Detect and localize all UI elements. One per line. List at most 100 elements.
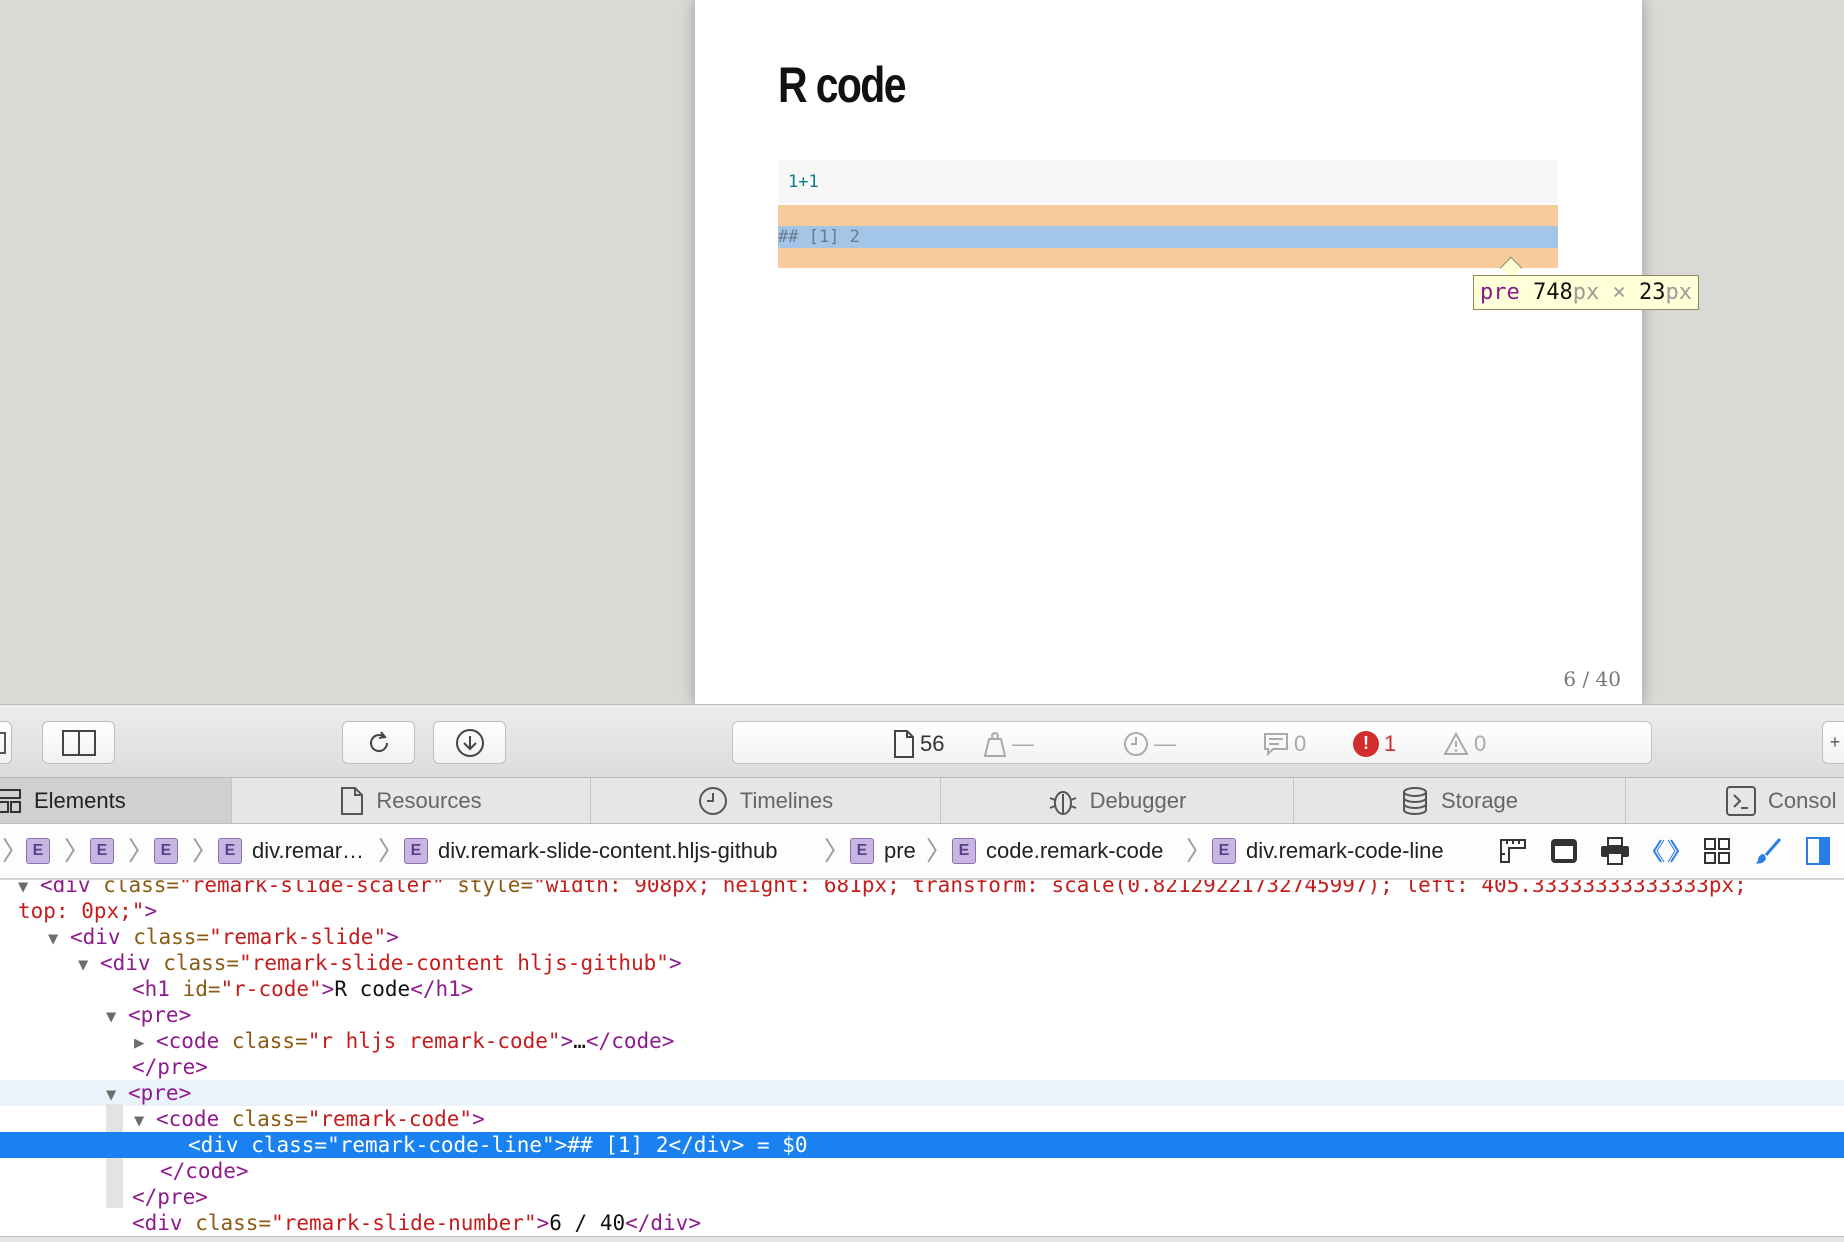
dom-token-attr: style= [457, 880, 534, 897]
disclosure-triangle-icon[interactable]: ▼ [18, 880, 40, 900]
disclosure-triangle-icon[interactable]: ▼ [48, 926, 70, 952]
dom-token-attr: class= [231, 1107, 308, 1131]
dom-tree-row-selected[interactable]: <div class="remark-code-line">## [1] 2</… [0, 1132, 1844, 1158]
inspector-tools [1487, 824, 1844, 878]
add-tab-button[interactable]: + [1822, 721, 1844, 764]
tab-console-label: Consol [1768, 787, 1837, 813]
slide-number: 6 / 40 [1563, 667, 1621, 691]
print-styles-button[interactable] [1589, 824, 1640, 878]
dom-tree-row[interactable]: </pre> [0, 1184, 1844, 1210]
dom-tree[interactable]: ▼ <div class="remark-slide-scaler" style=… [0, 880, 1844, 1236]
error-icon: ! [1353, 730, 1379, 757]
dom-tree-row[interactable]: ▼ <pre> [0, 1002, 1844, 1028]
tab-timelines[interactable]: Timelines [591, 778, 941, 823]
disclosure-triangle-icon[interactable]: ▼ [78, 952, 100, 978]
resources-count[interactable]: 56 [893, 722, 944, 765]
disclosure-triangle-icon[interactable]: ▼ [134, 1108, 156, 1134]
message-icon [1264, 732, 1288, 756]
tab-console[interactable]: Consol [1626, 778, 1844, 823]
breadcrumb-item-1[interactable]: E [26, 824, 50, 878]
tab-storage[interactable]: Storage [1294, 778, 1626, 823]
breadcrumb-separator: 〉 [926, 836, 953, 866]
tab-debugger[interactable]: Debugger [941, 778, 1294, 823]
sidebar-icon [1805, 837, 1830, 865]
element-badge-icon: E [850, 838, 874, 864]
dom-tree-row[interactable]: ▼ <div class="remark-slide-content hljs-g… [0, 950, 1844, 976]
error-count[interactable]: ! 1 [1353, 722, 1396, 765]
dom-tree-row[interactable]: top: 0px;"> [0, 898, 1844, 924]
tab-resources[interactable]: Resources [232, 778, 591, 823]
ruler-button[interactable] [1487, 824, 1538, 878]
close-inspector-button[interactable] [0, 721, 12, 764]
dom-token-val: "r-code" [220, 977, 322, 1001]
log-count[interactable]: 0 [1263, 722, 1306, 765]
activity-status-bar[interactable]: 56 — — 0 ! 1 0 [732, 721, 1652, 764]
breadcrumb-item-slide-content[interactable]: Ediv.remark-slide-content.hljs-github [404, 824, 778, 878]
element-badge-icon: E [26, 838, 50, 864]
layout-button[interactable] [1538, 824, 1589, 878]
dom-tree-row[interactable]: ▼ <div class="remark-slide"> [0, 924, 1844, 950]
grid-icon [1703, 838, 1730, 864]
database-icon [1402, 786, 1427, 815]
tooltip-times: × [1612, 280, 1626, 305]
document-icon [894, 729, 914, 758]
breadcrumb-item-div-remark[interactable]: Ediv.remar… [218, 824, 364, 878]
dom-token-tag: </code> [585, 1029, 675, 1053]
dock-icon [61, 729, 96, 756]
breadcrumb-item-code[interactable]: Ecode.remark-code [952, 824, 1163, 878]
tooltip-tag: pre [1480, 280, 1520, 305]
breadcrumb-label: pre [884, 838, 916, 863]
disclosure-triangle-icon[interactable]: ▶ [134, 1030, 156, 1056]
dom-token-attr: class= [251, 1133, 328, 1157]
dom-tree-row[interactable]: ▼ <div class="remark-slide-scaler" style=… [0, 880, 1844, 898]
dom-token-val: top: 0px;" [18, 899, 145, 923]
breadcrumb-item-3[interactable]: E [154, 824, 178, 878]
dom-token-val: "remark-code" [307, 1107, 473, 1131]
tab-storage-label: Storage [1440, 787, 1519, 813]
dom-token-val: "r hljs remark-code" [307, 1029, 561, 1053]
dom-tree-row[interactable]: <h1 id="r-code">R code</h1> [0, 976, 1844, 1002]
dom-token-txt: ## [1] 2 [567, 1133, 669, 1157]
tooltip-height: 23 [1639, 280, 1666, 305]
breadcrumb-item-2[interactable]: E [90, 824, 114, 878]
dom-token-val: "remark-slide-scaler" [179, 880, 458, 897]
dock-side-button[interactable] [42, 721, 115, 764]
breadcrumb-separator: 〉 [2, 836, 29, 866]
dom-tree-row[interactable]: ▼ <code class="remark-code"> [0, 1106, 1844, 1132]
dom-token-tag: <div [188, 1133, 252, 1157]
source-code-button[interactable] [1640, 824, 1691, 878]
dom-token-val: "remark-slide" [209, 925, 387, 949]
dom-tree-row[interactable]: </pre> [0, 1054, 1844, 1080]
code-input-block: 1+1 [778, 160, 1558, 203]
download-button[interactable] [433, 721, 506, 764]
disclosure-triangle-icon[interactable]: ▼ [106, 1004, 128, 1030]
details-sidebar-button[interactable] [1793, 824, 1844, 878]
breadcrumb-label: code.remark-code [986, 838, 1164, 863]
dom-token-tag: <div [70, 925, 134, 949]
element-badge-icon: E [952, 838, 976, 864]
warning-count[interactable]: 0 [1443, 722, 1486, 765]
resources-count-value: 56 [920, 730, 945, 756]
dom-token-attr: class= [133, 925, 210, 949]
load-time[interactable]: — [1123, 722, 1176, 765]
grid-overlay-button[interactable] [1691, 824, 1742, 878]
dom-token-txt: … [573, 1029, 586, 1053]
paint-flashing-button[interactable] [1742, 824, 1793, 878]
breadcrumb-item-pre[interactable]: Epre [850, 824, 916, 878]
dom-tree-row[interactable]: </code> [0, 1158, 1844, 1184]
load-size[interactable]: — [983, 722, 1034, 765]
window-icon [1550, 839, 1577, 863]
dom-tree-row[interactable]: <div class="remark-slide-number">6 / 40<… [0, 1210, 1844, 1236]
tab-elements[interactable]: Elements [0, 778, 232, 823]
dom-token-attr: class= [103, 880, 180, 897]
dom-token-tag: </div> [625, 1211, 701, 1235]
dom-token-tag: <div [40, 880, 104, 897]
reload-button[interactable] [342, 721, 415, 764]
dom-token-txt: R code [334, 977, 411, 1001]
breadcrumb-separator: 〉 [378, 836, 405, 866]
dom-token-tag: > [321, 977, 335, 1001]
element-badge-icon: E [1212, 838, 1236, 864]
dom-tree-row[interactable]: ▶ <code class="r hljs remark-code">…</cod… [0, 1028, 1844, 1054]
breadcrumb-item-code-line[interactable]: Ediv.remark-code-line [1212, 824, 1444, 878]
dom-tree-row-hovered[interactable]: ▼ <pre> [0, 1080, 1844, 1106]
